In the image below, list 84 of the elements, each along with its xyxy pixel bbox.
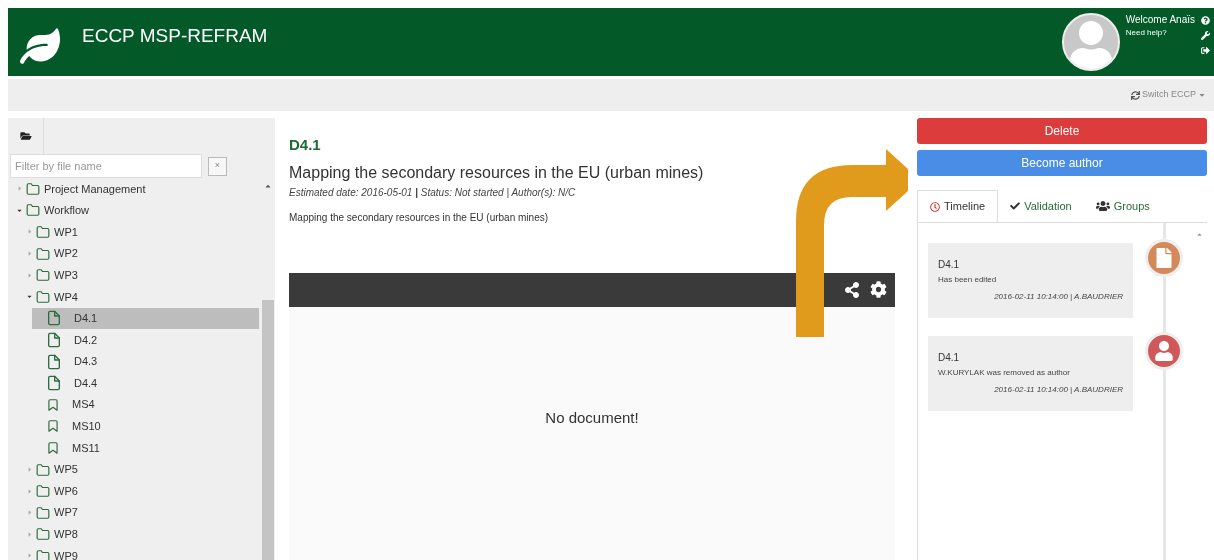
tree-item[interactable]: D4.3 (32, 350, 259, 373)
settings-icon[interactable] (870, 281, 887, 298)
welcome-text: Welcome Anaïs (1125, 13, 1195, 27)
collapsed-caret-icon[interactable] (26, 250, 32, 258)
collapsed-caret-icon[interactable] (26, 552, 32, 560)
bookmark-icon (46, 418, 60, 435)
document-title: Mapping the secondary resources in the EU (urban mines) (289, 162, 705, 183)
clock-icon (930, 201, 940, 212)
folder-icon (36, 268, 50, 283)
document-code: D4.1 (289, 135, 322, 155)
tree-item[interactable]: Project Management (12, 178, 259, 200)
folder-icon (36, 289, 50, 304)
tree-item[interactable]: MS10 (32, 415, 259, 438)
folder-icon (36, 505, 50, 520)
caret-icon (1198, 91, 1206, 99)
collapsed-caret-icon[interactable] (26, 466, 32, 473)
timeline-text: W.KURYLAK was removed as author (938, 367, 1071, 379)
timeline-text: Has been edited (938, 274, 998, 286)
folder-icon (19, 131, 32, 141)
filter-field[interactable]: Filter by file name (10, 154, 202, 178)
bookmark-icon (46, 396, 60, 413)
tree-item[interactable]: WP5 (22, 458, 259, 481)
collapsed-caret-icon[interactable] (26, 530, 32, 538)
tab[interactable]: Validation (998, 190, 1084, 222)
tab[interactable]: Groups (1083, 190, 1162, 222)
tree-item[interactable]: MS11 (32, 437, 259, 459)
folder-icon (26, 181, 40, 196)
file-icon (46, 330, 62, 349)
wrench-icon[interactable] (1201, 31, 1210, 40)
expanded-caret-icon[interactable] (26, 293, 32, 301)
folder-icon (36, 246, 50, 261)
tree-item[interactable]: Workflow (12, 199, 259, 222)
folder-icon (36, 484, 50, 499)
check-icon (1010, 201, 1021, 211)
no-document-message: No document! (545, 407, 639, 428)
tree-item[interactable]: WP6 (22, 480, 259, 502)
collapsed-caret-icon[interactable] (26, 487, 32, 495)
tree-item[interactable]: D4.2 (32, 329, 259, 351)
file-icon (46, 374, 62, 393)
file-icon (46, 309, 62, 328)
scroll-up-icon[interactable] (264, 182, 272, 190)
tree-item[interactable]: D4.1 (32, 307, 259, 330)
scrollbar-thumb[interactable] (262, 300, 274, 560)
tree-item[interactable]: WP8 (22, 523, 259, 546)
users-icon (1095, 200, 1110, 212)
tree-item[interactable]: WP7 (22, 501, 259, 524)
folder-icon (36, 527, 50, 542)
timeline-meta: 2016-02-11 10:14:00 | A.BAUDRIER (993, 384, 1123, 396)
collapsed-caret-icon[interactable] (26, 228, 32, 236)
bookmark-icon (46, 439, 60, 456)
sync-icon (1131, 90, 1140, 100)
collapsed-caret-icon[interactable] (26, 271, 32, 279)
document-description: Mapping the secondary resources in the EU (urban mines) (289, 210, 550, 225)
tree-item[interactable]: WP9 (22, 545, 259, 560)
tree-item[interactable]: WP1 (22, 221, 259, 243)
share-icon[interactable] (844, 281, 860, 298)
user-silhouette-icon (1068, 21, 1113, 69)
folder-icon (36, 462, 50, 477)
timeline-title: D4.1 (938, 258, 961, 272)
help-icon[interactable] (1201, 16, 1210, 25)
folder-icon (36, 548, 50, 560)
collapsed-caret-icon[interactable] (16, 185, 22, 193)
user-icon (1154, 341, 1174, 361)
collapsed-caret-icon[interactable] (26, 509, 32, 517)
tree-item[interactable]: WP3 (22, 264, 259, 286)
file-icon (1156, 248, 1172, 268)
tree-item[interactable]: WP4 (22, 285, 259, 308)
app-title: ECCP MSP-REFRAM (82, 24, 268, 48)
help-link[interactable]: Need help? (1125, 27, 1195, 39)
tree-item[interactable]: WP2 (22, 242, 259, 265)
logout-icon[interactable] (1201, 46, 1210, 55)
delete-button[interactable]: Delete (917, 118, 1207, 144)
timeline-meta: 2016-02-11 10:14:00 | A.BAUDRIER (993, 291, 1123, 303)
avatar[interactable] (1061, 13, 1120, 71)
tree-item[interactable]: D4.4 (32, 372, 259, 394)
leaf-logo-icon (20, 26, 60, 66)
tab[interactable]: Timeline (917, 190, 999, 222)
file-icon (46, 352, 62, 371)
tree-item[interactable]: MS4 (32, 393, 259, 416)
folder-icon (36, 225, 50, 239)
document-meta: Estimated date: 2016-05-01 | Status: Not started | Author(s): N/C (289, 185, 577, 200)
timeline-title: D4.1 (938, 351, 961, 365)
folder-icon (26, 203, 40, 218)
clear-filter-button[interactable]: × (208, 156, 227, 176)
